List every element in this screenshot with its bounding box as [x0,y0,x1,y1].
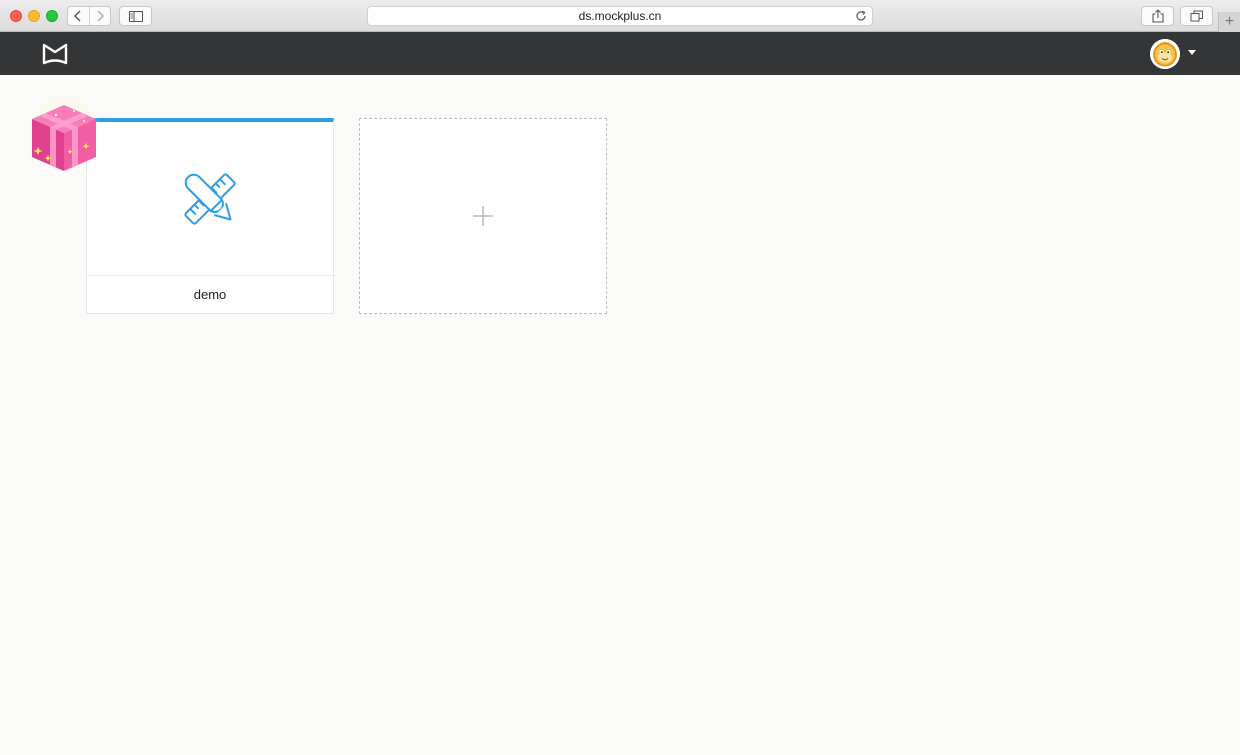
browser-toolbar: ds.mockplus.cn + [0,0,1240,32]
gift-box-icon[interactable] [26,97,102,177]
address-bar[interactable]: ds.mockplus.cn [367,6,873,26]
window-maximize-button[interactable] [46,10,58,22]
ruler-pencil-icon [184,172,236,225]
tab-overview-button[interactable] [1180,6,1213,26]
new-tab-button[interactable]: + [1218,12,1240,32]
add-project-button[interactable] [359,118,607,314]
tabs-overview-icon [1190,10,1203,22]
monkey-avatar-icon [1150,39,1180,69]
mockplus-logo[interactable] [42,43,68,65]
caret-down-icon[interactable] [1188,50,1196,55]
project-list: demo [0,75,1240,755]
history-nav [67,6,111,26]
project-card[interactable]: demo [86,118,334,314]
share-icon [1151,9,1164,23]
chevron-left-icon [74,10,81,22]
user-avatar[interactable] [1150,39,1180,69]
share-button[interactable] [1141,6,1174,26]
reload-icon[interactable] [854,9,868,23]
app-header [0,32,1240,75]
sidebar-toggle-button[interactable] [119,6,152,26]
url-text: ds.mockplus.cn [578,9,662,23]
forward-button[interactable] [88,7,110,25]
sidebar-icon [128,10,143,22]
project-thumbnail[interactable] [87,122,333,276]
plus-icon: + [1224,13,1235,30]
window-minimize-button[interactable] [28,10,40,22]
window-close-button[interactable] [10,10,22,22]
project-name[interactable]: demo [87,276,333,313]
chevron-right-icon [97,10,104,22]
back-button[interactable] [68,7,89,25]
plus-icon [473,206,493,226]
